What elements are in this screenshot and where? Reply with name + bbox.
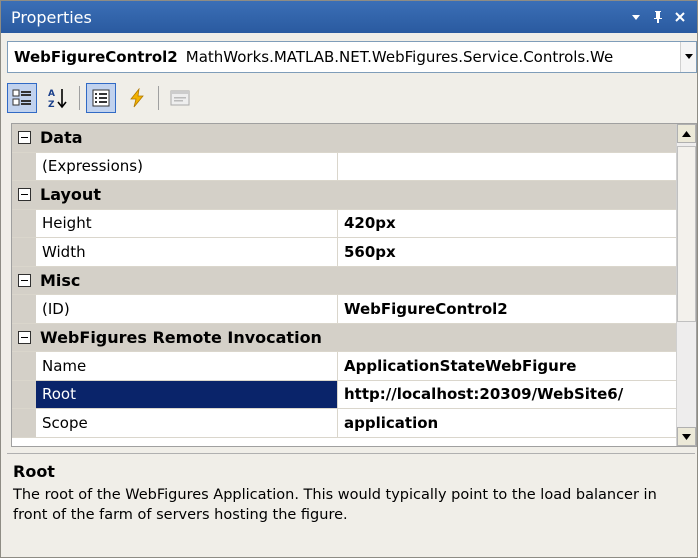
property-value[interactable]: ApplicationStateWebFigure (338, 352, 678, 380)
property-pages-icon[interactable] (165, 83, 195, 113)
property-name: (ID) (36, 295, 338, 323)
properties-toolbar: A Z (7, 81, 695, 115)
scroll-up-icon[interactable] (677, 124, 696, 143)
object-selector-combo[interactable]: WebFigureControl2 MathWorks.MATLAB.NET.W… (7, 41, 697, 73)
events-icon[interactable] (122, 83, 152, 113)
property-name: Root (36, 380, 338, 408)
category-data[interactable]: Data (12, 124, 678, 153)
property-value[interactable]: 560px (338, 238, 678, 266)
property-value[interactable]: application (338, 409, 678, 437)
category-label: WebFigures Remote Invocation (40, 327, 322, 347)
svg-text:Z: Z (48, 100, 55, 109)
object-name: WebFigureControl2 (14, 48, 178, 66)
property-name: Scope (36, 409, 338, 437)
collapse-icon[interactable] (12, 181, 36, 209)
vertical-scrollbar[interactable] (676, 124, 696, 446)
close-icon[interactable] (669, 6, 691, 28)
toolbar-separator (79, 86, 80, 110)
category-label: Misc (40, 270, 81, 290)
collapse-icon[interactable] (12, 124, 36, 152)
property-name: Height (36, 209, 338, 237)
property-name: (Expressions) (36, 152, 338, 180)
alphabetical-icon[interactable]: A Z (43, 83, 73, 113)
category-misc[interactable]: Misc (12, 266, 678, 295)
window-title: Properties (11, 7, 92, 27)
property-value[interactable]: http://localhost:20309/WebSite6/ (338, 381, 678, 409)
description-title: Root (13, 462, 55, 481)
property-value[interactable]: WebFigureControl2 (338, 295, 678, 323)
property-row[interactable]: Height 420px (12, 209, 678, 238)
svg-text:A: A (48, 89, 55, 99)
collapse-icon[interactable] (12, 267, 36, 295)
property-rows: Data (Expressions) Layout Height 420px W… (12, 124, 678, 438)
toolbar-separator (158, 86, 159, 110)
property-row[interactable]: (ID) WebFigureControl2 (12, 295, 678, 324)
property-value[interactable] (338, 153, 678, 181)
property-row[interactable]: Scope application (12, 409, 678, 438)
property-row[interactable]: Width 560px (12, 238, 678, 267)
chevron-down-icon[interactable] (680, 42, 696, 72)
category-label: Data (40, 128, 83, 148)
property-row[interactable]: (Expressions) (12, 152, 678, 181)
category-label: Layout (40, 185, 101, 205)
window-position-icon[interactable] (625, 6, 647, 28)
property-row[interactable]: Name ApplicationStateWebFigure (12, 352, 678, 381)
scroll-down-icon[interactable] (677, 427, 696, 446)
description-pane: Root The root of the WebFigures Applicat… (7, 453, 695, 549)
property-name: Width (36, 238, 338, 266)
scroll-thumb[interactable] (677, 146, 696, 322)
auto-hide-pin-icon[interactable] (647, 6, 669, 28)
object-type: MathWorks.MATLAB.NET.WebFigures.Service.… (185, 48, 614, 66)
collapse-icon[interactable] (12, 324, 36, 352)
property-value[interactable]: 420px (338, 210, 678, 238)
properties-window: Properties WebFigureControl2 MathWorks.M… (0, 0, 698, 558)
category-webfigures-remote-invocation[interactable]: WebFigures Remote Invocation (12, 323, 678, 352)
properties-icon[interactable] (86, 83, 116, 113)
property-name: Name (36, 352, 338, 380)
property-grid: Data (Expressions) Layout Height 420px W… (11, 123, 697, 447)
title-bar: Properties (1, 1, 697, 33)
description-text: The root of the WebFigures Application. … (13, 487, 657, 523)
property-row-selected[interactable]: Root http://localhost:20309/WebSite6/ (12, 380, 678, 409)
category-layout[interactable]: Layout (12, 181, 678, 210)
categorized-icon[interactable] (7, 83, 37, 113)
